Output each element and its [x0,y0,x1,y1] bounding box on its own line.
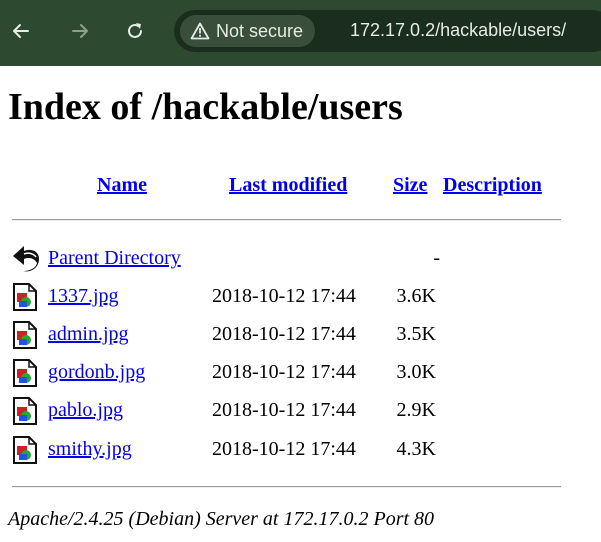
file-link[interactable]: gordonb.jpg [48,357,145,387]
file-modified: 2018-10-12 17:44 [212,438,356,460]
security-indicator[interactable]: Not secure [180,15,316,47]
file-link[interactable]: pablo.jpg [48,395,123,425]
parent-directory-row: Parent Directory - [0,243,601,273]
file-row: smithy.jpg 2018-10-12 17:44 4.3K [0,434,601,464]
column-header-description[interactable]: Description [443,171,542,199]
server-signature: Apache/2.4.25 (Debian) Server at 172.17.… [8,508,435,530]
file-link[interactable]: smithy.jpg [48,434,132,464]
reload-button[interactable] [118,14,152,48]
header-divider [12,219,561,221]
image-file-icon [12,397,40,425]
image-file-icon [12,283,40,311]
footer-divider [12,486,561,488]
file-link[interactable]: admin.jpg [48,319,129,349]
reload-icon [125,21,145,41]
url-text[interactable]: 172.17.0.2/hackable/users/ [350,20,566,41]
back-arrow-icon [12,245,40,273]
file-size: 3.5K [396,323,436,345]
warning-icon [190,22,210,40]
file-size: 3.6K [396,285,436,307]
file-size: 4.3K [396,438,436,460]
file-row: gordonb.jpg 2018-10-12 17:44 3.0K [0,357,601,387]
file-row: 1337.jpg 2018-10-12 17:44 3.6K [0,281,601,311]
file-row: pablo.jpg 2018-10-12 17:44 2.9K [0,395,601,425]
file-modified: 2018-10-12 17:44 [212,285,356,307]
back-icon [11,21,31,41]
address-bar[interactable]: Not secure 172.17.0.2/hackable/users/ [174,10,601,52]
file-link[interactable]: 1337.jpg [48,281,119,311]
file-row: admin.jpg 2018-10-12 17:44 3.5K [0,319,601,349]
parent-directory-link[interactable]: Parent Directory [48,243,181,273]
file-modified: 2018-10-12 17:44 [212,399,356,421]
file-size: 3.0K [396,361,436,383]
column-header-size[interactable]: Size [393,171,427,199]
file-size: 2.9K [396,399,436,421]
file-modified: 2018-10-12 17:44 [212,361,356,383]
page-title: Index of /hackable/users [8,86,403,128]
column-header-last-modified[interactable]: Last modified [229,171,347,199]
back-button[interactable] [4,14,38,48]
browser-toolbar: Not secure 172.17.0.2/hackable/users/ [0,0,601,66]
image-file-icon [12,359,40,387]
column-header-name[interactable]: Name [97,171,147,199]
image-file-icon [12,321,40,349]
parent-size: - [433,247,440,269]
file-modified: 2018-10-12 17:44 [212,323,356,345]
forward-button[interactable] [63,14,97,48]
security-label: Not secure [216,20,304,41]
image-file-icon [12,436,40,464]
forward-icon [70,21,90,41]
